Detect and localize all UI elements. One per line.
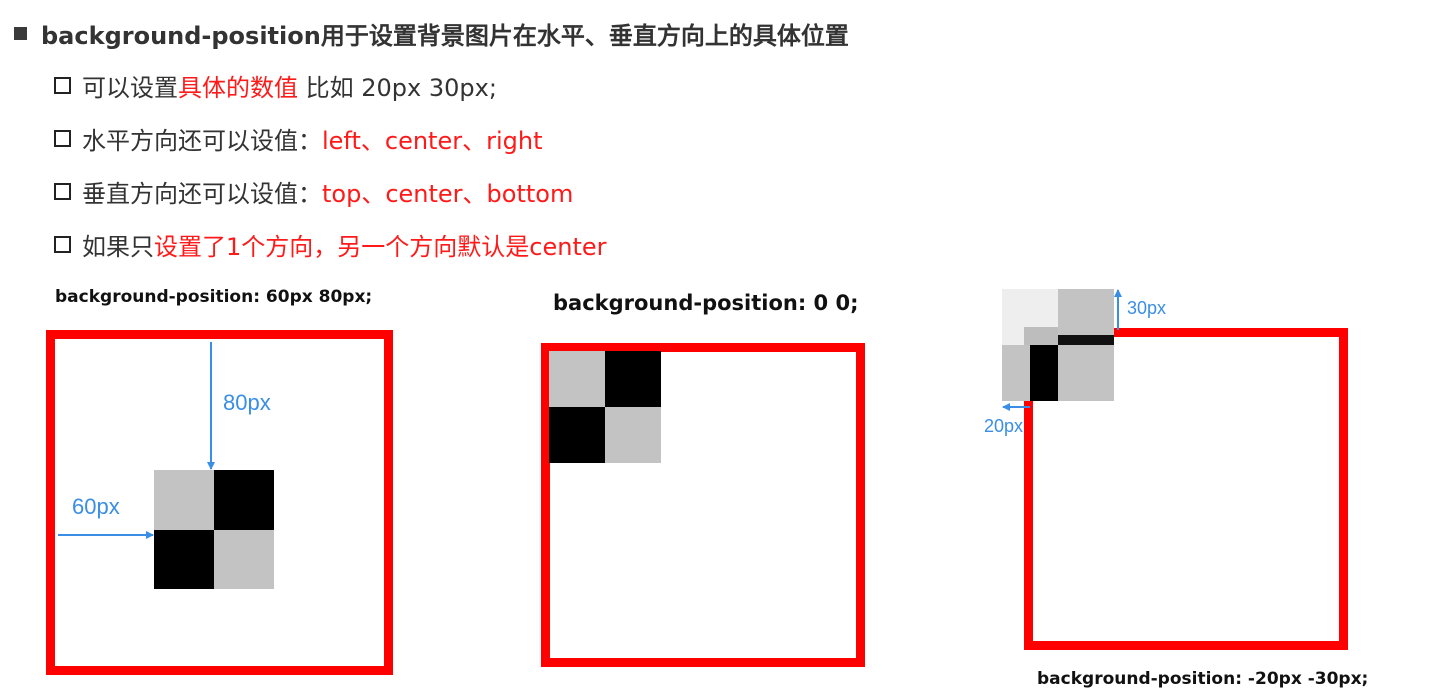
arrows-overlay bbox=[58, 289, 1122, 539]
